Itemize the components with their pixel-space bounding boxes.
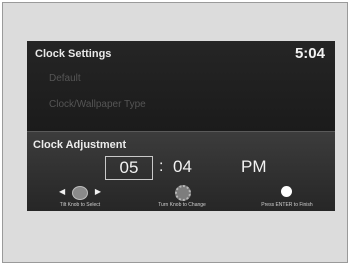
enter-icon <box>278 184 296 200</box>
tilt-knob-icon: ◀ ▶ <box>57 184 103 200</box>
menu-item-default[interactable]: Default <box>49 73 81 84</box>
time-separator: : <box>159 158 164 175</box>
arrow-left-icon: ◀ <box>59 187 66 196</box>
minutes-field[interactable]: 04 <box>173 157 192 177</box>
am-pm-field[interactable]: PM <box>241 157 267 177</box>
hint-press-enter: Press ENTER to Finish <box>245 184 329 209</box>
hint-turn-knob: Turn Knob to Change <box>145 184 219 209</box>
clock-adjustment-panel: Clock Adjustment 05 : 04 PM ◀ ▶ Tilt Kno… <box>27 131 335 211</box>
screen-title: Clock Settings <box>35 48 112 60</box>
current-time: 5:04 <box>294 45 325 62</box>
hint-tilt-knob: ◀ ▶ Tilt Knob to Select <box>43 184 117 209</box>
time-editor: 05 : 04 PM <box>27 156 335 182</box>
hour-field[interactable]: 05 <box>105 156 153 180</box>
turn-knob-icon <box>173 184 191 201</box>
clock-settings-screen: Clock Settings 5:04 Default Clock/Wallpa… <box>27 41 335 211</box>
hint-label: Press ENTER to Finish <box>261 202 313 208</box>
settings-menu-panel: Clock Settings 5:04 Default Clock/Wallpa… <box>27 41 335 131</box>
figure-frame: Clock Settings 5:04 Default Clock/Wallpa… <box>2 2 348 263</box>
arrow-right-icon: ▶ <box>94 187 101 196</box>
clock-adjustment-title: Clock Adjustment <box>33 139 127 151</box>
hint-label: Turn Knob to Change <box>158 202 206 208</box>
hint-label: Tilt Knob to Select <box>59 202 101 208</box>
menu-item-clock-wallpaper-type[interactable]: Clock/Wallpaper Type <box>49 99 146 110</box>
